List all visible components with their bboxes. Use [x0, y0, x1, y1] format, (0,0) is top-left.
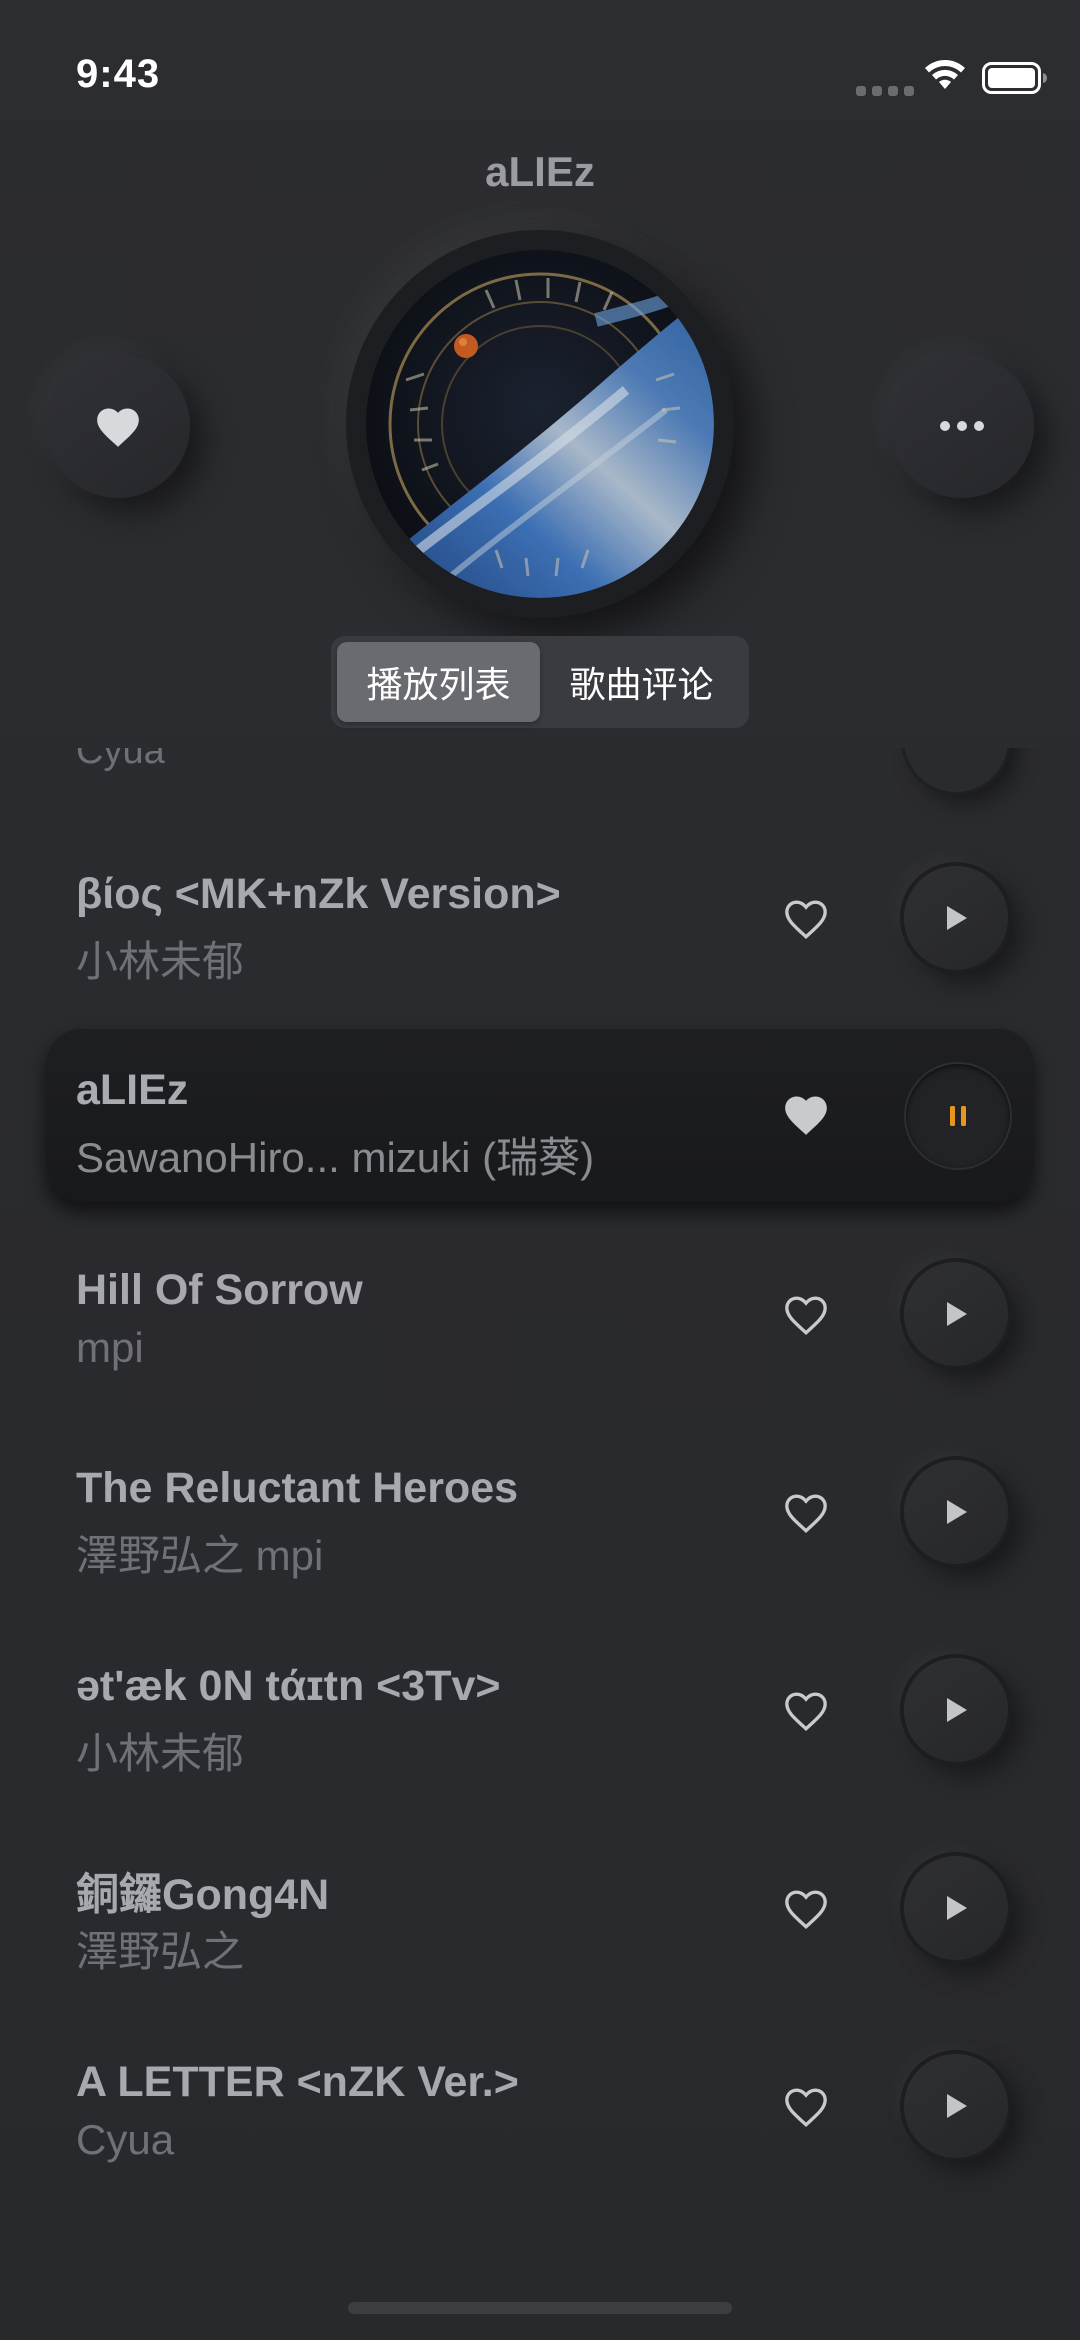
status-bar: 9:43	[0, 0, 1080, 150]
heart-outline-icon	[785, 2088, 827, 2128]
song-title: A LETTER <nZK Ver.>	[76, 2058, 519, 2106]
favorite-button[interactable]	[46, 354, 190, 498]
play-button[interactable]	[904, 1262, 1008, 1366]
wifi-icon	[922, 58, 968, 97]
heart-outline-icon	[785, 1692, 827, 1732]
cellular-signal-icon	[856, 86, 914, 96]
song-title: ət'æk 0N tάɪtn <3Tv>	[76, 1662, 501, 1710]
song-list[interactable]: Cyua βίος <MK+nZk Version> 小林未郁 aLIEz Sa…	[0, 748, 1080, 2308]
play-icon	[947, 906, 967, 930]
now-playing-title: aLIEz	[485, 148, 595, 195]
play-icon	[947, 2094, 967, 2118]
song-artist: mpi	[76, 1324, 144, 1371]
play-icon	[947, 1896, 967, 1920]
like-button[interactable]	[778, 890, 834, 946]
play-icon	[947, 1302, 967, 1326]
song-artist: 小林未郁	[76, 938, 245, 985]
heart-filled-icon	[785, 1096, 827, 1135]
like-button[interactable]	[778, 1484, 834, 1540]
heart-icon	[97, 408, 139, 447]
like-button[interactable]	[778, 1682, 834, 1738]
player-screen: 9:43 aLIEz 播放列表 歌曲评论 Cyua βίος <MK+nZk V…	[0, 0, 1080, 2340]
heart-outline-icon	[785, 1494, 827, 1534]
play-button[interactable]	[904, 866, 1008, 970]
like-button[interactable]	[778, 2078, 834, 2134]
status-time: 9:43	[76, 52, 161, 96]
like-button[interactable]	[778, 1086, 834, 1142]
song-title: 銅鑼Gong4N	[76, 1871, 330, 1919]
pause-icon	[950, 1106, 966, 1126]
list-item[interactable]: A LETTER <nZK Ver.> Cyua	[0, 2020, 1080, 2196]
album-art-image	[366, 250, 714, 598]
play-icon	[947, 1500, 967, 1524]
song-title: The Reluctant Heroes	[76, 1464, 519, 1512]
more-options-button[interactable]	[890, 354, 1034, 498]
list-item[interactable]: βίος <MK+nZk Version> 小林未郁	[0, 832, 1080, 1008]
song-title: βίος <MK+nZk Version>	[76, 870, 561, 918]
play-button[interactable]	[904, 1460, 1008, 1564]
list-item[interactable]: Hill Of Sorrow mpi	[0, 1228, 1080, 1404]
heart-outline-icon	[785, 1296, 827, 1336]
song-artist: 澤野弘之 mpi	[76, 1532, 324, 1579]
play-icon	[947, 1698, 967, 1722]
song-artist: SawanoHiro... mizuki (瑞葵)	[76, 1134, 595, 1181]
song-title: Hill Of Sorrow	[76, 1266, 363, 1314]
ellipsis-icon	[940, 421, 984, 431]
play-button-partial[interactable]	[904, 748, 1008, 792]
battery-icon	[982, 62, 1048, 99]
song-artist: 小林未郁	[76, 1730, 245, 1777]
play-button[interactable]	[904, 1658, 1008, 1762]
list-item[interactable]: 銅鑼Gong4N 澤野弘之	[0, 1822, 1080, 1998]
play-button[interactable]	[904, 1856, 1008, 1960]
pause-button[interactable]	[906, 1064, 1010, 1168]
song-artist: 澤野弘之	[76, 1928, 245, 1975]
play-button[interactable]	[904, 2054, 1008, 2158]
tab-song-comments[interactable]: 歌曲评论	[540, 642, 743, 722]
tab-playlist[interactable]: 播放列表	[337, 642, 540, 722]
album-cover	[346, 230, 734, 618]
tab-switcher: 播放列表 歌曲评论	[331, 636, 749, 728]
list-item[interactable]: The Reluctant Heroes 澤野弘之 mpi	[0, 1426, 1080, 1602]
heart-outline-icon	[785, 900, 827, 940]
list-item-current[interactable]: aLIEz SawanoHiro... mizuki (瑞葵)	[46, 1028, 1034, 1202]
like-button[interactable]	[778, 1880, 834, 1936]
heart-outline-icon	[785, 1890, 827, 1930]
home-indicator[interactable]	[348, 2302, 732, 2314]
list-item[interactable]: ət'æk 0N tάɪtn <3Tv> 小林未郁	[0, 1624, 1080, 1800]
list-item-partial-artist: Cyua	[76, 748, 165, 772]
like-button[interactable]	[778, 1286, 834, 1342]
song-title: aLIEz	[76, 1066, 189, 1114]
song-artist: Cyua	[76, 2116, 175, 2163]
